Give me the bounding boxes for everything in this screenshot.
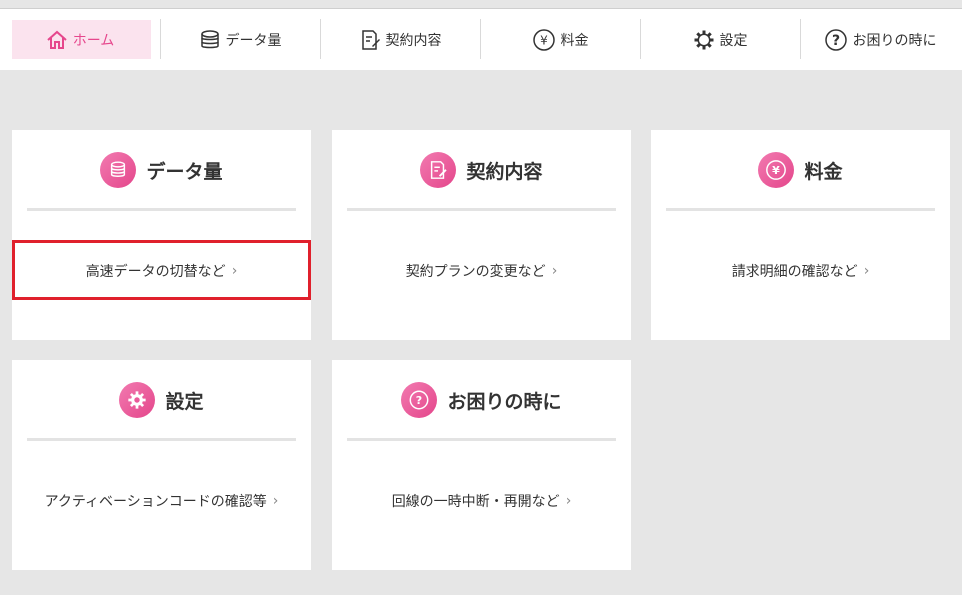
svg-text:?: ? (416, 394, 422, 407)
nav-label-home: ホーム (72, 32, 115, 49)
nav-label-settings: 設定 (719, 32, 748, 49)
card-fee: ¥ 料金 請求明細の確認など › (651, 130, 950, 340)
nav-item-settings[interactable]: 設定 (640, 9, 800, 70)
contract-icon (361, 29, 380, 50)
card-link-label: 契約プランの変更など (405, 264, 546, 280)
nav-item-data[interactable]: データ量 (160, 9, 320, 70)
card-help: ? お困りの時に 回線の一時中断・再開など › (332, 360, 631, 570)
help-icon: ? (401, 382, 438, 418)
card-link-settings[interactable]: アクティベーションコードの確認等 › (12, 490, 311, 512)
card-contract: 契約内容 契約プランの変更など › (332, 130, 631, 340)
card-title: データ量 (146, 160, 223, 183)
yen-icon: ¥ (532, 28, 555, 51)
gear-icon (694, 30, 713, 49)
card-divider (27, 208, 296, 211)
card-link-fee[interactable]: 請求明細の確認など › (651, 260, 950, 282)
svg-text:¥: ¥ (540, 33, 548, 47)
nav-label-contract: 契約内容 (385, 32, 442, 49)
nav-item-contract[interactable]: 契約内容 (320, 9, 480, 70)
svg-text:¥: ¥ (773, 164, 781, 177)
card-divider (666, 208, 935, 211)
nav-item-fee[interactable]: ¥ 料金 (480, 9, 640, 70)
database-icon (200, 29, 219, 48)
card-link-label: アクティベーションコードの確認等 (44, 494, 267, 510)
contract-icon (420, 152, 457, 188)
card-link-label: 請求明細の確認など (731, 264, 858, 280)
nav-label-help: お困りの時に (852, 32, 937, 49)
nav-item-home[interactable]: ホーム (0, 9, 160, 70)
card-title: 契約内容 (466, 160, 543, 183)
top-navigation: ホーム データ量 契約内容 ¥ 料金 設定 ? お困りの時に (0, 9, 962, 70)
card-title: 設定 (165, 390, 204, 413)
home-icon (47, 30, 67, 49)
nav-item-help[interactable]: ? お困りの時に (800, 9, 960, 70)
card-title: 料金 (804, 160, 843, 183)
gear-icon (119, 382, 156, 418)
card-divider (347, 438, 616, 441)
svg-text:?: ? (831, 33, 839, 49)
chevron-right-icon: › (565, 493, 572, 509)
card-title: お困りの時に (447, 390, 562, 413)
card-link-contract[interactable]: 契約プランの変更など › (332, 260, 631, 282)
nav-label-data: データ量 (225, 32, 282, 49)
chevron-right-icon: › (272, 493, 279, 509)
card-link-label: 回線の一時中断・再開など (391, 494, 560, 510)
yen-icon: ¥ (758, 152, 795, 188)
card-divider (347, 208, 616, 211)
highlight-box (12, 240, 311, 300)
card-data: データ量 高速データの切替など › (12, 130, 311, 340)
card-settings: 設定 アクティベーションコードの確認等 › (12, 360, 311, 570)
chevron-right-icon: › (863, 263, 870, 279)
chevron-right-icon: › (551, 263, 558, 279)
card-divider (27, 438, 296, 441)
nav-label-fee: 料金 (560, 32, 589, 49)
database-icon (100, 152, 137, 188)
card-link-help[interactable]: 回線の一時中断・再開など › (332, 490, 631, 512)
help-icon: ? (824, 28, 847, 51)
